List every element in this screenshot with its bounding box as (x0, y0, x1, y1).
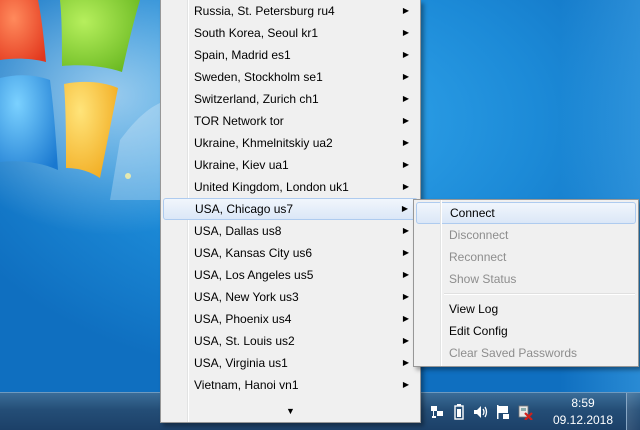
windows-logo (0, 0, 168, 200)
menu-item-us5[interactable]: USA, Los Angeles us5 ▶ (161, 264, 420, 286)
triangle-down-icon: ▼ (286, 406, 295, 416)
triangle-right-icon: ▶ (402, 72, 409, 81)
triangle-right-icon: ▶ (402, 160, 409, 169)
triangle-right-icon: ▶ (402, 182, 409, 191)
triangle-right-icon: ▶ (402, 6, 409, 15)
triangle-right-icon: ▶ (402, 292, 409, 301)
menu-item-uk1[interactable]: United Kingdom, London uk1 ▶ (161, 176, 420, 198)
menu-item-label: Ukraine, Kiev ua1 (194, 158, 289, 172)
menu-item-label: Russia, St. Petersburg ru4 (194, 4, 335, 18)
triangle-right-icon: ▶ (402, 116, 409, 125)
menu-item-us6[interactable]: USA, Kansas City us6 ▶ (161, 242, 420, 264)
menu-item-label: TOR Network tor (194, 114, 284, 128)
menu-item-label: Ukraine, Khmelnitskiy ua2 (194, 136, 333, 150)
menu-item-label: USA, Kansas City us6 (194, 246, 313, 260)
vpn-disconnected-icon[interactable] (515, 402, 535, 422)
system-tray: 8:59 09.12.2018 (426, 393, 640, 430)
system-clock[interactable]: 8:59 09.12.2018 (540, 395, 626, 429)
menu-separator (414, 290, 638, 298)
clock-time: 8:59 (571, 396, 595, 410)
menu-item-label: USA, New York us3 (194, 290, 299, 304)
menu-item-se1[interactable]: Sweden, Stockholm se1 ▶ (161, 66, 420, 88)
triangle-right-icon: ▶ (402, 138, 409, 147)
menu-item-label: South Korea, Seoul kr1 (194, 26, 319, 40)
connect-menu-item[interactable]: Connect (416, 202, 636, 224)
menu-item-us3[interactable]: USA, New York us3 ▶ (161, 286, 420, 308)
menu-item-us1[interactable]: USA, Virginia us1 ▶ (161, 352, 420, 374)
network-icon[interactable] (427, 402, 447, 422)
reconnect-menu-item: Reconnect (449, 250, 507, 264)
clear-saved-passwords-menu-item: Clear Saved Passwords (449, 346, 578, 360)
menu-item-label: USA, Chicago us7 (195, 202, 294, 216)
edit-config-menu-item[interactable]: Edit Config (414, 320, 638, 342)
menu-item-label: Vietnam, Hanoi vn1 (194, 378, 299, 392)
menu-item-es1[interactable]: Spain, Madrid es1 ▶ (161, 44, 420, 66)
triangle-right-icon: ▶ (402, 358, 409, 367)
menu-item-tor[interactable]: TOR Network tor ▶ (161, 110, 420, 132)
menu-item-kr1[interactable]: South Korea, Seoul kr1 ▶ (161, 22, 420, 44)
battery-icon[interactable] (449, 402, 469, 422)
menu-item-ru4[interactable]: Russia, St. Petersburg ru4 ▶ (161, 0, 420, 22)
triangle-right-icon: ▶ (402, 28, 409, 37)
menu-item-label: Spain, Madrid es1 (194, 48, 291, 62)
menu-item-us2[interactable]: USA, St. Louis us2 ▶ (161, 330, 420, 352)
triangle-right-icon: ▶ (402, 94, 409, 103)
menu-item-label: USA, Virginia us1 (194, 356, 288, 370)
show-desktop-button[interactable] (626, 393, 640, 430)
volume-icon[interactable] (471, 402, 491, 422)
menu-item-label: Sweden, Stockholm se1 (194, 70, 323, 84)
menu-item-label: USA, Dallas us8 (194, 224, 282, 238)
menu-item-us7[interactable]: USA, Chicago us7 ▶ (163, 198, 418, 220)
triangle-right-icon: ▶ (402, 248, 409, 257)
menu-item-label: USA, St. Louis us2 (194, 334, 295, 348)
menu-item-vn1[interactable]: Vietnam, Hanoi vn1 ▶ (161, 374, 420, 396)
triangle-right-icon: ▶ (401, 204, 408, 213)
triangle-right-icon: ▶ (402, 314, 409, 323)
clock-date: 09.12.2018 (552, 413, 614, 427)
menu-item-label: USA, Los Angeles us5 (194, 268, 314, 282)
show-status-menu-item: Show Status (449, 272, 517, 286)
menu-item-ua2[interactable]: Ukraine, Khmelnitskiy ua2 ▶ (161, 132, 420, 154)
triangle-right-icon: ▶ (402, 270, 409, 279)
menu-scroll-down-button[interactable]: ▼ (161, 403, 420, 419)
triangle-right-icon: ▶ (402, 380, 409, 389)
menu-item-label: Switzerland, Zurich ch1 (194, 92, 319, 106)
menu-item-us4[interactable]: USA, Phoenix us4 ▶ (161, 308, 420, 330)
menu-item-label: United Kingdom, London uk1 (194, 180, 349, 194)
disconnect-menu-item: Disconnect (449, 228, 509, 242)
triangle-right-icon: ▶ (402, 50, 409, 59)
menu-item-label: USA, Phoenix us4 (194, 312, 292, 326)
menu-item-ch1[interactable]: Switzerland, Zurich ch1 ▶ (161, 88, 420, 110)
vpn-server-menu: Russia, St. Petersburg ru4 ▶ South Korea… (160, 0, 421, 423)
menu-item-ua1[interactable]: Ukraine, Kiev ua1 ▶ (161, 154, 420, 176)
menu-item-us8[interactable]: USA, Dallas us8 ▶ (161, 220, 420, 242)
triangle-right-icon: ▶ (402, 336, 409, 345)
action-center-flag-icon[interactable] (493, 402, 513, 422)
view-log-menu-item[interactable]: View Log (414, 298, 638, 320)
connection-submenu: Connect Disconnect Reconnect Show Status… (413, 199, 639, 367)
triangle-right-icon: ▶ (402, 226, 409, 235)
